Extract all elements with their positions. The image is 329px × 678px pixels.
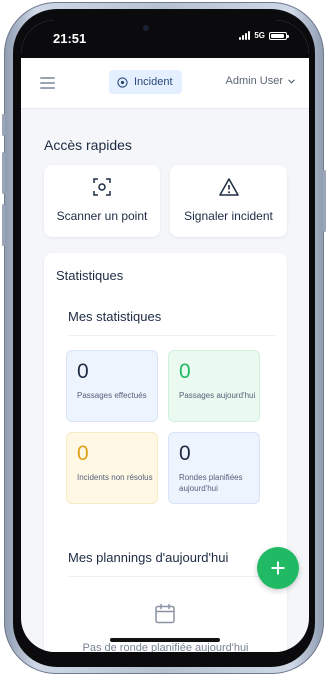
status-time: 21:51: [53, 31, 87, 46]
quick-access-title: Accès rapides: [44, 137, 132, 153]
warning-icon: [218, 178, 239, 196]
battery-icon: [269, 31, 289, 40]
plannings-card: Mes plannings d'aujourd'hui Pas de ronde…: [55, 550, 276, 652]
scan-point-card[interactable]: Scanner un point: [44, 165, 160, 237]
volume-down-button: [2, 204, 5, 246]
plannings-title: Mes plannings d'aujourd'hui: [68, 550, 229, 565]
volume-up-button: [2, 152, 5, 194]
my-statistics-card: Mes statistiques 0 Passages effectués 0 …: [55, 309, 276, 519]
notch: [103, 20, 227, 44]
phone-screen: 21:51 5G Incident Admin User Accès rapid…: [21, 20, 309, 652]
stat-value: 0: [179, 360, 191, 383]
mute-switch: [2, 114, 5, 136]
stat-label: Rondes planifiées aujourd'hui: [179, 473, 243, 493]
stat-unresolved-incidents: 0 Incidents non résolus: [66, 432, 158, 504]
divider: [68, 335, 276, 336]
report-incident-label: Signaler incident: [184, 209, 273, 223]
stat-value: 0: [77, 360, 89, 383]
statistics-title: Statistiques: [56, 268, 124, 283]
app-header: Incident Admin User: [21, 58, 309, 109]
network-type: 5G: [254, 31, 265, 40]
stat-label: Passages aujourd'hui: [179, 391, 256, 400]
power-button: [323, 170, 326, 232]
add-fab-button[interactable]: [257, 547, 299, 589]
stat-label: Incidents non résolus: [77, 473, 153, 482]
plannings-empty-text: Pas de ronde planifiée aujourd'hui: [82, 642, 249, 652]
incident-button-label: Incident: [134, 76, 173, 88]
my-statistics-title: Mes statistiques: [68, 309, 162, 324]
user-name: Admin User: [225, 75, 283, 87]
stat-value: 0: [179, 442, 191, 465]
chevron-down-icon: [288, 79, 295, 84]
stat-passages-done: 0 Passages effectués: [66, 350, 158, 422]
status-icons: 5G: [239, 31, 289, 40]
signal-icon: [239, 31, 251, 40]
home-indicator: [110, 638, 220, 642]
user-menu[interactable]: Admin User: [226, 75, 295, 87]
report-incident-card[interactable]: Signaler incident: [170, 165, 287, 237]
scan-icon: [93, 178, 111, 196]
incident-icon: [117, 76, 128, 88]
calendar-icon: [155, 603, 175, 624]
divider: [68, 576, 276, 577]
menu-icon[interactable]: [40, 77, 55, 89]
stat-value: 0: [77, 442, 89, 465]
stat-passages-today: 0 Passages aujourd'hui: [168, 350, 260, 422]
stat-label: Passages effectués: [77, 391, 147, 400]
stat-planned-rounds: 0 Rondes planifiées aujourd'hui: [168, 432, 260, 504]
incident-button[interactable]: Incident: [109, 70, 182, 94]
scan-point-label: Scanner un point: [56, 209, 148, 223]
front-camera: [143, 25, 149, 31]
statistics-panel: Statistiques Mes statistiques 0 Passages…: [44, 253, 287, 652]
